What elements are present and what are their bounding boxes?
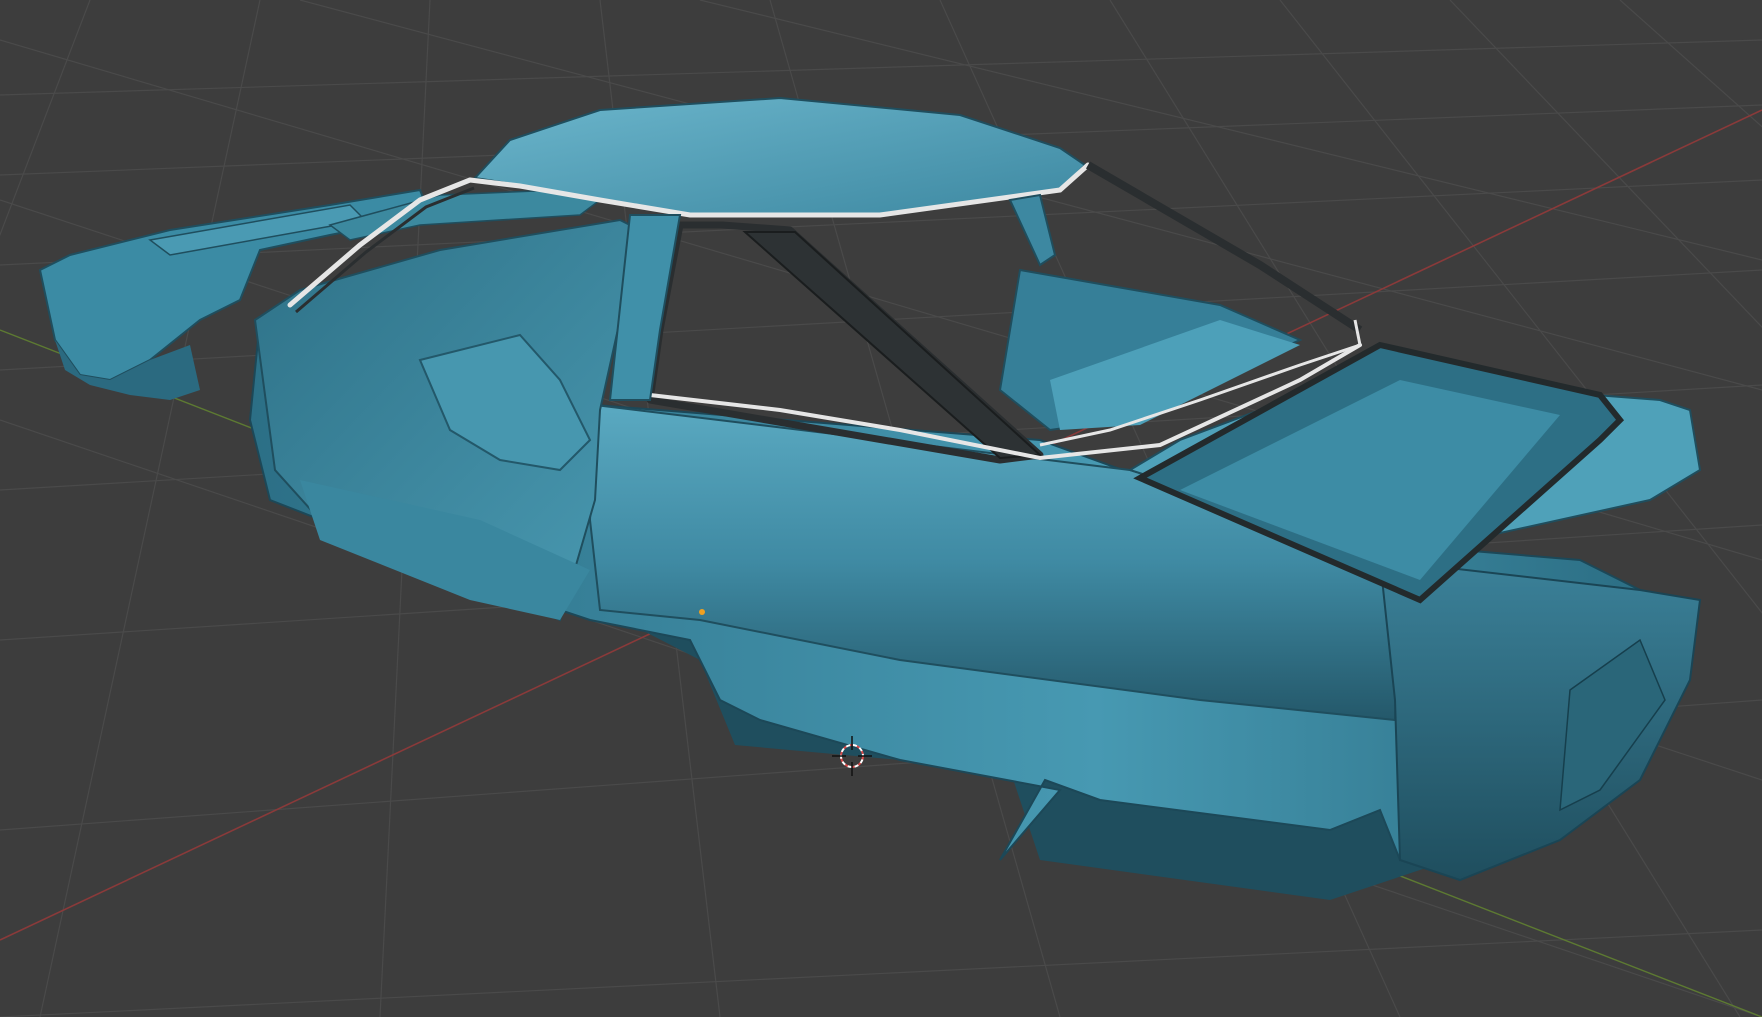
rear-quarter [1378,558,1702,882]
3d-viewport[interactable] [0,0,1762,1017]
viewport-canvas[interactable] [0,0,1762,1017]
object-origin-icon [699,609,705,615]
a-pillar [1008,193,1057,267]
